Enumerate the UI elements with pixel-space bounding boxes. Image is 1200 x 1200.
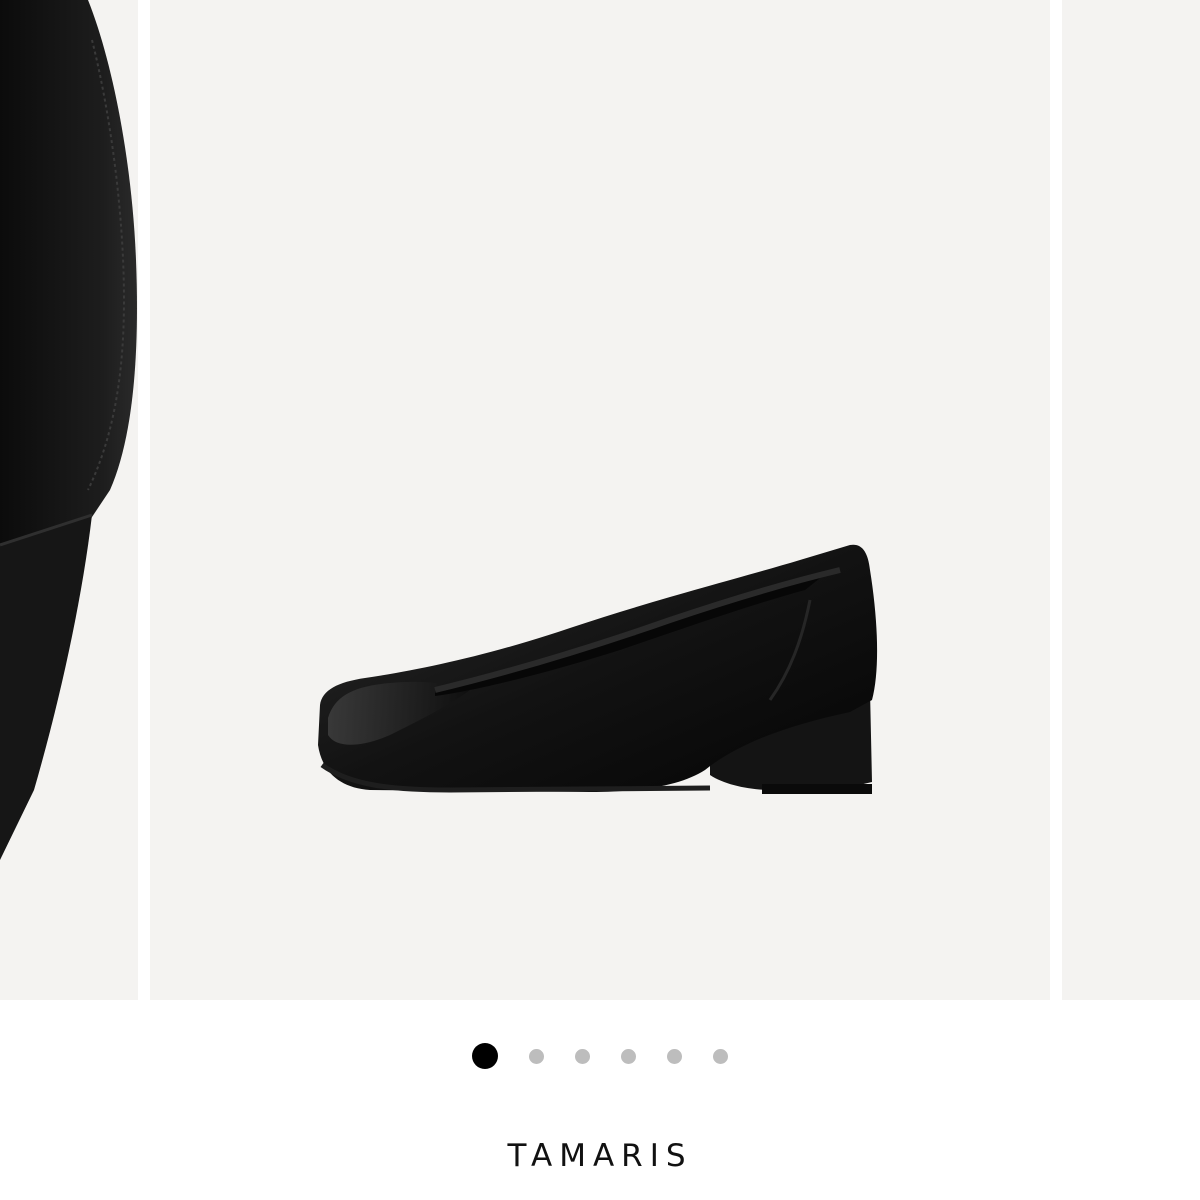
pagination-dot-active[interactable] <box>472 1043 498 1069</box>
product-page: TAMARIS <box>0 0 1200 1200</box>
carousel-pagination <box>0 1043 1200 1069</box>
blank-image <box>1062 0 1200 1000</box>
pagination-dot[interactable] <box>712 1048 728 1064</box>
black-wedge-pump-image <box>318 544 878 794</box>
carousel-slide-next[interactable] <box>1062 0 1200 1000</box>
carousel-slide-current[interactable] <box>150 0 1050 1000</box>
pagination-dot[interactable] <box>528 1048 544 1064</box>
carousel-slide-previous[interactable] <box>0 0 138 1000</box>
pagination-dot[interactable] <box>620 1048 636 1064</box>
pagination-dot[interactable] <box>574 1048 590 1064</box>
image-carousel[interactable] <box>0 0 1200 1000</box>
shoe-heel-closeup-image <box>0 0 137 860</box>
pagination-dot[interactable] <box>666 1048 682 1064</box>
product-brand[interactable]: TAMARIS <box>0 1136 1200 1176</box>
